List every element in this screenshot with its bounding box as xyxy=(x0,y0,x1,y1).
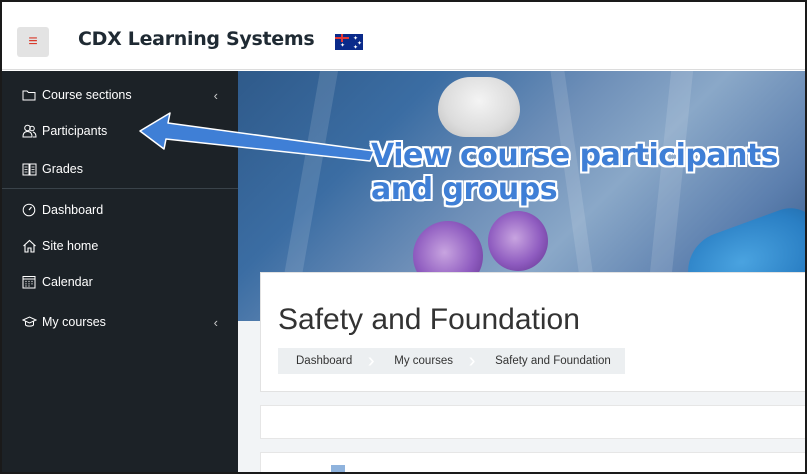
sidebar-item-dashboard[interactable]: Dashboard xyxy=(2,192,238,228)
breadcrumb-item-my-courses[interactable]: My courses xyxy=(376,348,467,374)
breadcrumb: Dashboard › My courses › Safety and Foun… xyxy=(278,348,625,374)
section-marker xyxy=(331,465,345,472)
sidebar-item-label: Calendar xyxy=(42,275,93,289)
breadcrumb-separator: › xyxy=(367,350,375,372)
annotation-line: View course participants xyxy=(371,138,779,173)
sidebar-divider xyxy=(2,188,238,189)
nav-drawer: Course sections ‹ Participants Grades Da… xyxy=(2,71,238,472)
page-title: Safety and Foundation xyxy=(278,303,580,336)
breadcrumb-item-dashboard[interactable]: Dashboard xyxy=(278,348,366,374)
breadcrumb-separator: › xyxy=(468,350,476,372)
sidebar-item-label: Dashboard xyxy=(42,203,104,217)
respirator-filter-graphic xyxy=(488,211,548,271)
australia-flag-icon: ✦ ✦ ✦ ✦ xyxy=(335,34,363,50)
course-section-panel xyxy=(260,452,805,472)
chevron-left-icon[interactable]: ‹ xyxy=(214,88,218,103)
course-section-panel xyxy=(260,405,805,439)
gradebook-icon xyxy=(22,163,40,176)
breadcrumb-item-course[interactable]: Safety and Foundation xyxy=(477,348,625,374)
users-icon xyxy=(22,124,40,138)
hamburger-icon: ≡ xyxy=(28,33,38,50)
sidebar-item-course-sections[interactable]: Course sections ‹ xyxy=(2,77,238,113)
hamburger-menu-button[interactable]: ≡ xyxy=(17,27,49,57)
folder-icon xyxy=(22,89,40,101)
annotation-line: and groups xyxy=(371,172,558,207)
sidebar-item-label: My courses xyxy=(42,315,106,329)
home-icon xyxy=(22,239,40,253)
site-brand[interactable]: CDX Learning Systems xyxy=(78,28,315,50)
dust-mask-graphic xyxy=(438,77,520,137)
graduation-cap-icon xyxy=(22,316,40,328)
sidebar-item-grades[interactable]: Grades xyxy=(2,151,238,187)
brand-name: Learning Systems xyxy=(121,28,315,50)
top-navbar: ≡ CDX Learning Systems ✦ ✦ ✦ ✦ xyxy=(2,2,805,70)
chevron-left-icon[interactable]: ‹ xyxy=(214,315,218,330)
course-header: Safety and Foundation Dashboard › My cou… xyxy=(260,272,805,392)
app-window: ≡ CDX Learning Systems ✦ ✦ ✦ ✦ Course se… xyxy=(0,0,807,474)
sidebar-item-label: Participants xyxy=(42,124,108,138)
calendar-icon xyxy=(22,275,40,289)
sidebar-item-label: Site home xyxy=(42,239,99,253)
brand-prefix: CDX xyxy=(78,28,122,50)
sidebar-item-label: Course sections xyxy=(42,88,132,102)
sidebar-item-calendar[interactable]: Calendar xyxy=(2,264,238,300)
sidebar-item-participants[interactable]: Participants xyxy=(2,113,238,149)
annotation-caption: View course participants and groups xyxy=(371,138,805,207)
dashboard-gauge-icon xyxy=(22,203,40,217)
sidebar-item-my-courses[interactable]: My courses ‹ xyxy=(2,304,238,340)
sidebar-item-label: Grades xyxy=(42,162,83,176)
sidebar-item-site-home[interactable]: Site home xyxy=(2,228,238,264)
